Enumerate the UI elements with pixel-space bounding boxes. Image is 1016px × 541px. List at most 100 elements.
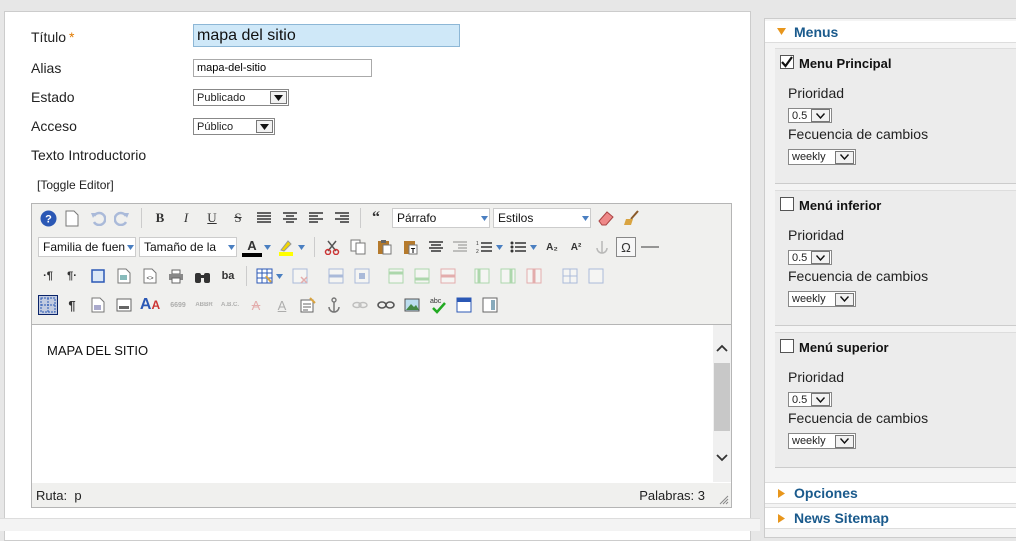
replace-button[interactable]: ba [218,266,238,286]
frames-button[interactable] [480,295,500,315]
print-button[interactable] [166,266,186,286]
bullet-list-dropdown[interactable] [528,237,538,257]
alias-input[interactable] [193,59,372,77]
underline-button[interactable]: U [202,208,222,228]
table-row-props-button[interactable] [326,266,346,286]
menu-superior-checkbox[interactable] [780,339,794,353]
path-value[interactable]: p [74,488,81,503]
code-view-button[interactable]: <> [140,266,160,286]
align-right-button[interactable] [332,208,352,228]
font-size-select[interactable]: Tamaño de la [139,237,237,257]
fullscreen-button[interactable] [88,266,108,286]
paste-word-button[interactable] [426,237,446,257]
frequency-select[interactable]: weekly [788,149,856,165]
state-select[interactable]: Publicado [193,89,289,106]
italic-button[interactable]: I [176,208,196,228]
options-section-header[interactable]: Opciones [765,482,1016,504]
highlight-color-button[interactable] [276,237,296,257]
bold-button[interactable]: B [150,208,170,228]
numbered-list-button[interactable]: 12 [474,237,494,257]
scroll-up-icon[interactable] [716,344,728,352]
priority-select[interactable]: 0.5 [788,108,832,123]
numbered-list-dropdown[interactable] [494,237,504,257]
align-left-button[interactable] [306,208,326,228]
editor-scrollbar[interactable] [713,325,731,482]
special-char-button[interactable]: Ω [616,237,636,257]
menu-principal-checkbox[interactable] [780,55,794,69]
table-cell-props-button[interactable] [352,266,372,286]
insert-row-before-button[interactable] [386,266,406,286]
frequency-select[interactable]: weekly [788,291,856,307]
align-center-button[interactable] [280,208,300,228]
priority-select[interactable]: 0.5 [788,392,832,407]
strikethrough-button[interactable]: S [228,208,248,228]
attributes-button[interactable] [298,295,318,315]
copy-button[interactable] [348,237,368,257]
cite-button[interactable]: 6699 [168,295,188,315]
insert-table-button[interactable] [254,266,274,286]
highlight-color-dropdown[interactable] [296,237,306,257]
cleanup-button[interactable] [622,208,642,228]
menu-inferior-checkbox[interactable] [780,197,794,211]
delete-table-button[interactable] [290,266,310,286]
rtl-button[interactable]: ¶· [62,266,82,286]
insert-col-after-button[interactable] [498,266,518,286]
link-button[interactable] [376,295,396,315]
styles-select[interactable]: Estilos [493,208,591,228]
cut-button[interactable] [322,237,342,257]
ins-button[interactable]: A [272,295,292,315]
preview-button[interactable] [114,266,134,286]
indent-button[interactable] [450,237,470,257]
merge-cells-button[interactable] [586,266,606,286]
table-dropdown[interactable] [274,266,284,286]
paragraph-format-select[interactable]: Párrafo [392,208,490,228]
insert-col-before-button[interactable] [472,266,492,286]
title-input[interactable] [193,24,460,47]
redo-button[interactable] [112,208,132,228]
abbr-button[interactable]: ABBR [194,295,214,315]
layout-button[interactable] [454,295,474,315]
delete-col-button[interactable] [524,266,544,286]
scroll-thumb[interactable] [714,363,730,431]
search-button[interactable] [192,266,212,286]
paste-text-button[interactable]: T [400,237,420,257]
insert-layer-button[interactable] [114,295,134,315]
justify-button[interactable] [254,208,274,228]
delete-row-button[interactable] [438,266,458,286]
menus-section-header[interactable]: Menus [765,21,1016,43]
show-blocks-button[interactable]: ¶ [62,295,82,315]
blockquote-button[interactable]: “ [366,208,386,228]
scroll-down-icon[interactable] [716,454,728,462]
editor-content-area[interactable]: MAPA DEL SITIO [32,324,731,483]
spellcheck-button[interactable]: abc [428,295,448,315]
text-color-dropdown[interactable] [262,237,272,257]
bullet-list-button[interactable] [508,237,528,257]
paste-button[interactable] [374,237,394,257]
text-color-button[interactable]: A [242,237,262,257]
insert-row-after-button[interactable] [412,266,432,286]
help-button[interactable]: ? [38,208,58,228]
font-family-select[interactable]: Familia de fuen [38,237,136,257]
visual-aid-button[interactable] [38,295,58,315]
subscript-button[interactable]: A₂ [542,237,562,257]
anchor-insert-button[interactable] [324,295,344,315]
anchor-button[interactable] [592,237,612,257]
superscript-button[interactable]: A² [566,237,586,257]
toggle-editor-link[interactable]: [Toggle Editor] [37,178,114,192]
template-button[interactable] [88,295,108,315]
image-button[interactable] [402,295,422,315]
priority-select[interactable]: 0.5 [788,250,832,265]
split-cells-button[interactable] [560,266,580,286]
frequency-select[interactable]: weekly [788,433,856,449]
style-props-button[interactable]: AA [140,295,160,315]
acronym-button[interactable]: A.B.C. [220,295,240,315]
access-select[interactable]: Público [193,118,275,135]
horizontal-rule-button[interactable] [640,237,660,257]
editor-content-text[interactable]: MAPA DEL SITIO [47,343,148,358]
resize-grip-icon[interactable] [719,495,729,505]
del-button[interactable]: A [246,295,266,315]
unlink-button[interactable] [350,295,370,315]
ltr-button[interactable]: ·¶ [38,266,58,286]
remove-format-button[interactable] [596,208,616,228]
new-document-button[interactable] [62,208,82,228]
